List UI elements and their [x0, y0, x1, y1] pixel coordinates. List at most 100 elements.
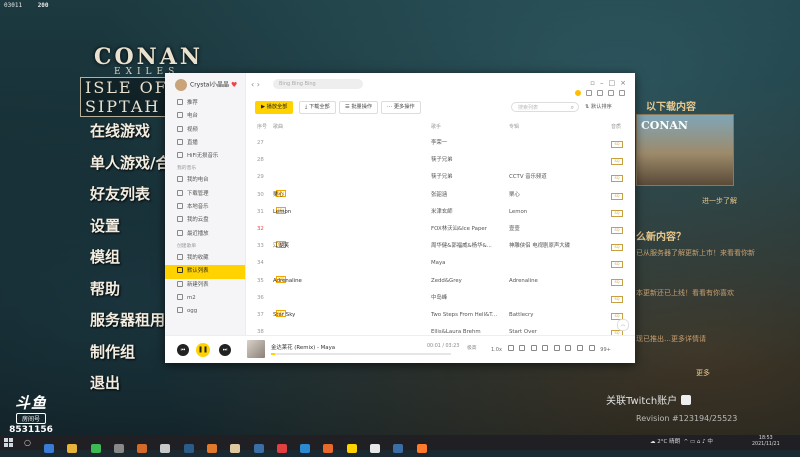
- table-row[interactable]: 27蒲公今有李荣一SQ: [245, 135, 635, 152]
- mail-icon[interactable]: [608, 90, 614, 96]
- app-icon[interactable]: [160, 444, 171, 453]
- menu-mods[interactable]: 模组: [90, 246, 170, 278]
- vip-icon[interactable]: [575, 90, 581, 96]
- row-album[interactable]: Lemon: [509, 204, 589, 221]
- batch-button[interactable]: ☰ 批量操作: [339, 101, 379, 114]
- news-card[interactable]: CONAN: [636, 114, 734, 186]
- speed-button[interactable]: 1.0x: [491, 347, 502, 353]
- headphone-icon[interactable]: [586, 90, 592, 96]
- sidebar-item-favorites[interactable]: 我的收藏: [165, 252, 245, 265]
- news-more-link[interactable]: 进一步了解: [702, 196, 737, 206]
- row-title[interactable]: 栗心 MV: [273, 187, 413, 204]
- row-title[interactable]: Star Sky MV: [273, 307, 413, 324]
- sidebar-item-video[interactable]: 视频: [165, 124, 245, 137]
- app-icon[interactable]: [137, 444, 148, 453]
- row-artist[interactable]: Zedd&Grey: [431, 273, 506, 290]
- gear-icon[interactable]: [619, 90, 625, 96]
- row-album[interactable]: CCTV 音乐频道: [509, 169, 589, 186]
- menu-settings[interactable]: 设置: [90, 215, 170, 247]
- play-all-button[interactable]: ▶ 播放全部: [255, 101, 294, 114]
- sidebar-item-my-radio[interactable]: 我的电台: [165, 174, 245, 187]
- row-album[interactable]: 栗心: [509, 187, 589, 204]
- sidebar-item-recommend[interactable]: 推荐: [165, 97, 245, 110]
- sidebar-item-new-list[interactable]: 新建列表: [165, 279, 245, 292]
- shirt-icon[interactable]: [597, 90, 603, 96]
- app-icon[interactable]: [416, 444, 427, 453]
- row-artist[interactable]: 周华健&郭福威&杨华&...: [431, 238, 506, 255]
- taskbar-clock[interactable]: 18:53 2021/11/21: [752, 436, 780, 448]
- steam-icon[interactable]: [183, 444, 194, 453]
- app-icon[interactable]: [206, 444, 217, 453]
- explorer-icon[interactable]: [67, 444, 78, 453]
- table-row[interactable]: 30 栗心 MV 张韶涵 栗心 SQ: [245, 187, 635, 204]
- row-artist[interactable]: Two Steps From Hell&T...: [431, 307, 506, 324]
- app-icon[interactable]: [323, 444, 334, 453]
- table-row[interactable]: 35 Adrenaline VIP Zedd&Grey Adrenaline SQ: [245, 273, 635, 290]
- progress-bar[interactable]: [271, 353, 451, 355]
- menu-help[interactable]: 帮助: [90, 278, 170, 310]
- app-icon[interactable]: [369, 444, 380, 453]
- row-artist[interactable]: 筷子兄弟: [431, 152, 506, 169]
- sidebar-item-hifi[interactable]: HiFi无损音乐: [165, 150, 245, 163]
- row-title[interactable]: Adrenaline VIP: [273, 273, 413, 290]
- share-icon[interactable]: [577, 345, 584, 351]
- list-search-input[interactable]: 搜索列表 ⌕: [511, 102, 579, 112]
- table-row[interactable]: 37 Star Sky MV Two Steps From Hell&T... Batt…: [245, 307, 635, 324]
- sidebar-item-default-list[interactable]: 默认列表: [165, 265, 245, 279]
- forward-arrow-icon[interactable]: ›: [257, 80, 260, 89]
- col-title[interactable]: 歌曲: [273, 123, 283, 130]
- next-button[interactable]: ⏭: [219, 344, 231, 356]
- col-artist[interactable]: 歌手: [431, 123, 441, 130]
- menu-exit[interactable]: 退出: [90, 372, 170, 404]
- table-row[interactable]: 36Vision中岛峰SQ: [245, 290, 635, 307]
- row-artist[interactable]: Maya: [431, 255, 506, 272]
- system-tray[interactable]: ☁ 2°C 晴朗 ^ ▭ ⌂ ♪ 中: [650, 437, 713, 445]
- album-cover[interactable]: [247, 340, 265, 358]
- sort-button[interactable]: ⇅ 默认排序: [585, 102, 612, 112]
- sidebar-item-radio[interactable]: 电台: [165, 110, 245, 123]
- sidebar-item-ogg[interactable]: ogg: [165, 305, 245, 318]
- avatar[interactable]: [175, 79, 187, 91]
- maximize-icon[interactable]: □: [609, 79, 621, 87]
- table-row[interactable]: 32修耸FOX林沃汕&Ice Paper壹壹SQ: [245, 221, 635, 238]
- row-album[interactable]: Adrenaline: [509, 273, 589, 290]
- play-pause-button[interactable]: ❚❚: [196, 343, 210, 357]
- row-title[interactable]: 江湖笑 MV: [273, 238, 413, 255]
- prev-button[interactable]: ⏮: [177, 344, 189, 356]
- row-album[interactable]: 壹壹: [509, 221, 589, 238]
- sidebar-item-m2[interactable]: m2: [165, 292, 245, 305]
- row-artist[interactable]: 中岛峰: [431, 290, 506, 307]
- table-row[interactable]: 33 江湖笑 MV 周华健&郭福威&杨华&... 神雕侠侣 电视剧原声大碟 SQ: [245, 238, 635, 255]
- effects-icon[interactable]: [542, 345, 549, 351]
- close-icon[interactable]: ×: [620, 79, 631, 87]
- menu-credits[interactable]: 制作组: [90, 341, 170, 373]
- search-input[interactable]: Bing Bing Bing: [273, 79, 363, 89]
- menu-friends[interactable]: 好友列表: [90, 183, 170, 215]
- volume-icon[interactable]: [530, 345, 537, 351]
- heart-icon[interactable]: [565, 345, 572, 351]
- playlist-count[interactable]: 99+: [600, 347, 611, 353]
- row-artist[interactable]: 米津玄師: [431, 204, 506, 221]
- news-more-link-2[interactable]: 更多: [696, 368, 710, 378]
- twitch-link[interactable]: 关联Twitch账户: [606, 392, 692, 407]
- app-icon[interactable]: [300, 444, 311, 453]
- minimize-icon[interactable]: –: [600, 79, 609, 87]
- row-album[interactable]: Battlecry: [509, 307, 589, 324]
- quality-label[interactable]: 极高: [467, 344, 477, 351]
- menu-singleplayer[interactable]: 单人游戏/合: [90, 152, 170, 184]
- row-artist[interactable]: FOX林沃汕&Ice Paper: [431, 221, 506, 238]
- lyrics-icon[interactable]: [507, 345, 514, 351]
- loop-icon[interactable]: [519, 345, 526, 351]
- table-row[interactable]: 34金达莱花 (Remix)MayaSQ: [245, 255, 635, 272]
- sidebar-item-local[interactable]: 本地音乐: [165, 201, 245, 214]
- now-playing-title[interactable]: 金达莱花 (Remix) - Maya: [271, 343, 335, 351]
- download-icon[interactable]: [553, 345, 560, 351]
- sidebar-item-downloads[interactable]: 下载管理: [165, 188, 245, 201]
- table-row[interactable]: 28父亲（天天向上）筷子兄弟SQ: [245, 152, 635, 169]
- sidebar-item-live[interactable]: 直播: [165, 137, 245, 150]
- app-icon[interactable]: [113, 444, 124, 453]
- menu-online[interactable]: 在线游戏: [90, 120, 170, 152]
- sidebar-item-recent[interactable]: 最近播放: [165, 228, 245, 241]
- taskbar-search-icon[interactable]: ○: [24, 438, 31, 447]
- row-artist[interactable]: 李荣一: [431, 135, 506, 152]
